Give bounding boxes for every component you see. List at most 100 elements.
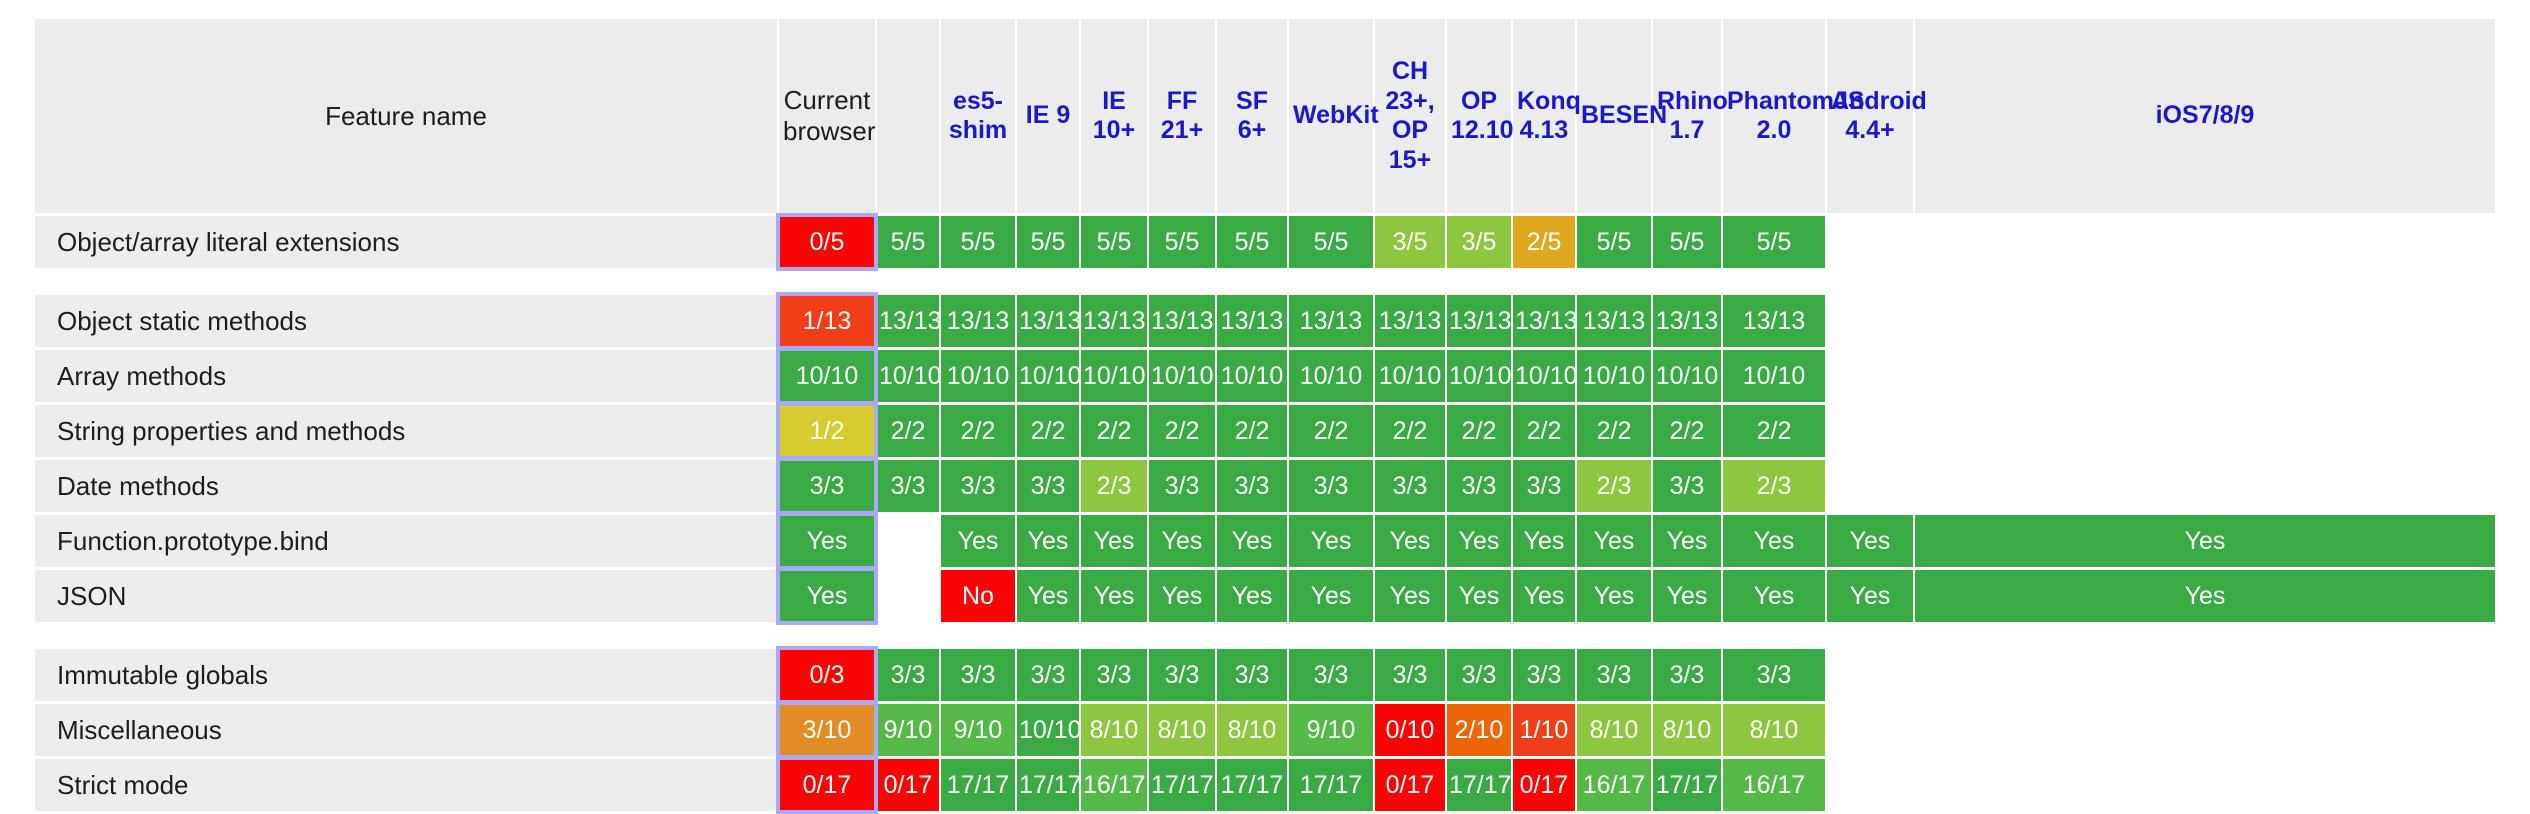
score-cell-ie9[interactable]: 3/3	[1017, 649, 1079, 701]
score-cell-besen[interactable]: 8/10	[1577, 704, 1651, 756]
score-cell-webkit[interactable]: 3/3	[1289, 460, 1373, 512]
score-cell-es5shim[interactable]: No	[941, 570, 1015, 622]
score-cell-ch23[interactable]: 2/2	[1375, 405, 1445, 457]
score-cell-ie9[interactable]: 3/3	[1017, 460, 1079, 512]
score-cell-ff21[interactable]: Yes	[1149, 570, 1215, 622]
score-cell-current[interactable]: 0/5	[776, 213, 878, 271]
feature-name-cell[interactable]: Strict mode	[35, 759, 777, 811]
column-header-konq[interactable]: Konq 4.13	[1513, 19, 1581, 213]
score-cell-konq[interactable]: 3/3	[1513, 649, 1575, 701]
score-cell-rhino[interactable]: 8/10	[1653, 704, 1721, 756]
score-cell-current[interactable]: Yes	[776, 512, 878, 570]
feature-name-cell[interactable]: Object/array literal extensions	[35, 216, 777, 268]
score-cell-op1210[interactable]: Yes	[1447, 570, 1511, 622]
score-cell-sf6[interactable]: Yes	[1217, 515, 1287, 567]
score-cell-rhino[interactable]: 3/3	[1653, 649, 1721, 701]
column-header-besen[interactable]: BESEN	[1577, 19, 1667, 213]
score-cell-op1210[interactable]: 10/10	[1447, 350, 1512, 402]
column-header-sf6[interactable]: SF 6+	[1217, 19, 1287, 213]
score-cell-ff21[interactable]: 5/5	[1149, 216, 1215, 268]
column-header-webkit[interactable]: WebKit	[1289, 19, 1379, 213]
score-cell-rhino[interactable]: Yes	[1653, 570, 1721, 622]
score-cell-konq[interactable]: 2/2	[1513, 405, 1575, 457]
score-cell-blank[interactable]: 0/17	[877, 759, 939, 811]
score-cell-rhino[interactable]: 10/10	[1653, 350, 1721, 402]
score-cell-ie10[interactable]: 8/10	[1081, 704, 1147, 756]
score-cell-blank[interactable]: 13/13	[877, 295, 942, 347]
score-cell-es5shim[interactable]: 2/2	[941, 405, 1015, 457]
feature-name-cell[interactable]: String properties and methods	[35, 405, 777, 457]
score-cell-ie9[interactable]: 5/5	[1017, 216, 1079, 268]
score-cell-ch23[interactable]: 0/10	[1375, 704, 1445, 756]
score-cell-sf6[interactable]: 8/10	[1217, 704, 1287, 756]
column-header-ff21[interactable]: FF 21+	[1149, 19, 1215, 213]
score-cell-rhino[interactable]: 5/5	[1653, 216, 1721, 268]
score-cell-konq[interactable]: 3/3	[1513, 460, 1575, 512]
score-cell-phantom[interactable]: 5/5	[1723, 216, 1825, 268]
column-header-ch23[interactable]: CH 23+, OP 15+	[1375, 19, 1445, 213]
feature-name-cell[interactable]: Miscellaneous	[35, 704, 777, 756]
score-cell-konq[interactable]: 10/10	[1513, 350, 1578, 402]
score-cell-sf6[interactable]: 5/5	[1217, 216, 1287, 268]
score-cell-phantom[interactable]: 16/17	[1723, 759, 1825, 811]
score-cell-ff21[interactable]: 3/3	[1149, 460, 1215, 512]
score-cell-android[interactable]: Yes	[1827, 570, 1913, 622]
score-cell-es5shim[interactable]: 13/13	[941, 295, 1015, 347]
score-cell-op1210[interactable]: 13/13	[1447, 295, 1512, 347]
score-cell-current[interactable]: 3/10	[776, 701, 878, 759]
score-cell-konq[interactable]: 0/17	[1513, 759, 1575, 811]
feature-name-cell[interactable]: Array methods	[35, 350, 777, 402]
score-cell-phantom[interactable]: 3/3	[1723, 649, 1825, 701]
column-header-ie10[interactable]: IE 10+	[1081, 19, 1147, 213]
score-cell-ch23[interactable]: 3/3	[1375, 649, 1445, 701]
score-cell-ff21[interactable]: 17/17	[1149, 759, 1215, 811]
score-cell-ie9[interactable]: 13/13	[1017, 295, 1082, 347]
score-cell-current[interactable]: 0/3	[776, 646, 878, 704]
score-cell-webkit[interactable]: 3/3	[1289, 649, 1373, 701]
score-cell-es5shim[interactable]: 3/3	[941, 460, 1015, 512]
score-cell-sf6[interactable]: Yes	[1217, 570, 1287, 622]
score-cell-es5shim[interactable]: 3/3	[941, 649, 1015, 701]
score-cell-op1210[interactable]: Yes	[1447, 515, 1511, 567]
score-cell-ios[interactable]: Yes	[1915, 515, 2495, 567]
score-cell-ios[interactable]: Yes	[1915, 570, 2495, 622]
score-cell-sf6[interactable]: 10/10	[1217, 350, 1287, 402]
column-header-op1210[interactable]: OP 12.10	[1447, 19, 1514, 213]
score-cell-ie10[interactable]: 2/2	[1081, 405, 1147, 457]
score-cell-ch23[interactable]: 0/17	[1375, 759, 1445, 811]
score-cell-sf6[interactable]: 2/2	[1217, 405, 1287, 457]
score-cell-ie10[interactable]: 16/17	[1081, 759, 1147, 811]
score-cell-webkit[interactable]: 5/5	[1289, 216, 1373, 268]
score-cell-konq[interactable]: Yes	[1513, 515, 1575, 567]
score-cell-current[interactable]: 1/2	[776, 402, 878, 460]
score-cell-sf6[interactable]: 13/13	[1217, 295, 1287, 347]
score-cell-ff21[interactable]: 2/2	[1149, 405, 1215, 457]
score-cell-ie9[interactable]: 10/10	[1017, 704, 1082, 756]
score-cell-es5shim[interactable]: 5/5	[941, 216, 1015, 268]
score-cell-webkit[interactable]: Yes	[1289, 570, 1373, 622]
score-cell-ch23[interactable]: 3/3	[1375, 460, 1445, 512]
score-cell-ch23[interactable]: 13/13	[1375, 295, 1445, 347]
score-cell-ch23[interactable]: Yes	[1375, 515, 1445, 567]
score-cell-rhino[interactable]: 3/3	[1653, 460, 1721, 512]
score-cell-besen[interactable]: 3/3	[1577, 649, 1651, 701]
score-cell-rhino[interactable]: 17/17	[1653, 759, 1721, 811]
score-cell-es5shim[interactable]: 17/17	[941, 759, 1015, 811]
score-cell-ie9[interactable]: Yes	[1017, 515, 1079, 567]
score-cell-ff21[interactable]: 3/3	[1149, 649, 1215, 701]
column-header-es5shim[interactable]: es5-shim	[941, 19, 1015, 213]
score-cell-blank[interactable]: 5/5	[877, 216, 939, 268]
score-cell-webkit[interactable]: Yes	[1289, 515, 1373, 567]
score-cell-sf6[interactable]: 3/3	[1217, 460, 1287, 512]
score-cell-ie10[interactable]: 3/3	[1081, 649, 1147, 701]
score-cell-blank[interactable]: 10/10	[877, 350, 942, 402]
score-cell-es5shim[interactable]: 9/10	[941, 704, 1015, 756]
score-cell-blank[interactable]: 9/10	[877, 704, 939, 756]
score-cell-ie9[interactable]: 17/17	[1017, 759, 1082, 811]
score-cell-besen[interactable]: Yes	[1577, 570, 1651, 622]
column-header-phantom[interactable]: PhantomJS 2.0	[1723, 19, 1865, 213]
score-cell-webkit[interactable]: 13/13	[1289, 295, 1373, 347]
score-cell-ie10[interactable]: 13/13	[1081, 295, 1147, 347]
score-cell-op1210[interactable]: 3/5	[1447, 216, 1511, 268]
score-cell-ie10[interactable]: 10/10	[1081, 350, 1147, 402]
